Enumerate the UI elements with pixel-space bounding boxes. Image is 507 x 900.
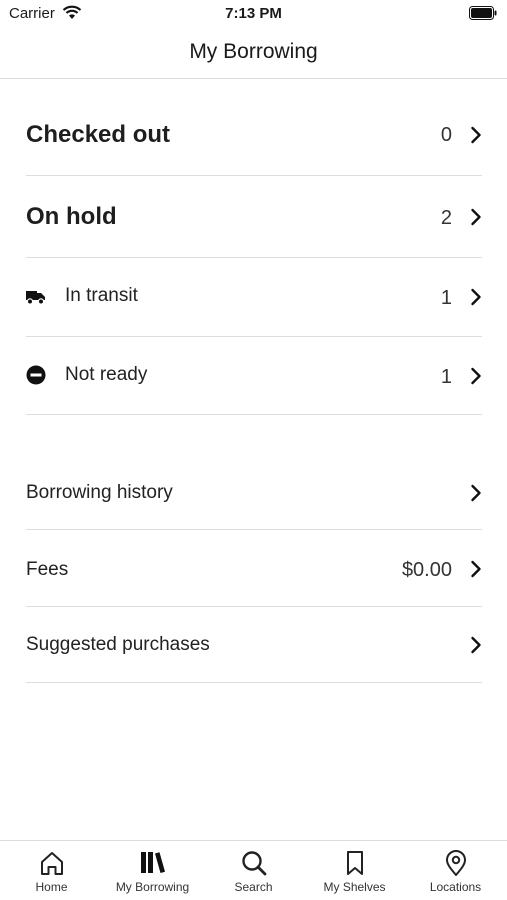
tab-label: Home [35,880,68,894]
status-bar: Carrier 7:13 PM [0,0,507,28]
chevron-right-icon [470,288,482,306]
books-icon [139,849,167,877]
chevron-right-icon [470,636,482,654]
row-label: Borrowing history [26,482,173,503]
row-checked-out[interactable]: Checked out 0 [26,97,482,176]
tab-label: Locations [429,880,482,894]
chevron-right-icon [470,367,482,385]
row-label: Suggested purchases [26,634,210,655]
navigation-bar: My Borrowing [0,28,507,79]
chevron-right-icon [470,560,482,578]
status-time: 7:13 PM [225,5,282,22]
row-count: 1 [440,366,452,388]
chevron-right-icon [470,208,482,226]
row-count: 1 [440,287,452,309]
tab-home[interactable]: Home [1,841,102,900]
row-label: Fees [26,559,69,580]
row-label: Not ready [65,364,148,385]
tab-my-borrowing[interactable]: My Borrowing [102,841,203,900]
row-fees[interactable]: Fees $0.00 [26,530,482,607]
bookmark-icon [341,849,369,877]
row-on-hold[interactable]: On hold 2 [26,176,482,258]
row-count: 2 [440,207,452,229]
minus-circle-icon [26,365,46,385]
chevron-right-icon [470,126,482,144]
screen: Carrier 7:13 PM My Borrowing Checked out… [0,0,507,900]
tab-search[interactable]: Search [203,841,304,900]
battery-icon [469,6,497,24]
location-pin-icon [442,849,470,877]
row-borrowing-history[interactable]: Borrowing history [26,455,482,530]
tab-label: Search [234,880,273,894]
row-label: Checked out [26,121,171,148]
truck-icon [26,286,46,306]
fees-amount: $0.00 [401,559,452,581]
tab-label: My Borrowing [115,880,190,894]
tab-label: My Shelves [323,880,386,894]
tab-locations[interactable]: Locations [405,841,506,900]
row-suggested-purchases[interactable]: Suggested purchases [26,607,482,683]
page-title: My Borrowing [189,40,318,63]
row-label: In transit [65,285,138,306]
tab-bar: Home My Borrowing Search My Shelves Loca… [0,840,507,900]
row-label: On hold [26,203,117,230]
tab-my-shelves[interactable]: My Shelves [304,841,405,900]
search-icon [240,849,268,877]
row-count: 0 [440,124,452,146]
row-in-transit[interactable]: In transit 1 [26,258,482,337]
chevron-right-icon [470,484,482,502]
row-not-ready[interactable]: Not ready 1 [26,337,482,415]
home-icon [38,849,66,877]
